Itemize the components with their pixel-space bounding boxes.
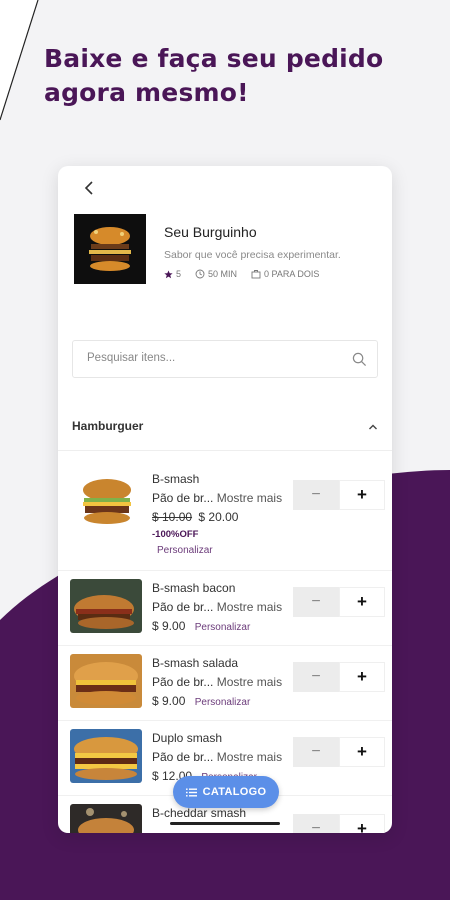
item-name: B-cheddar smash — [152, 806, 247, 820]
show-more-link[interactable]: Mostre mais — [217, 750, 282, 764]
item-image — [70, 804, 142, 833]
search-icon[interactable] — [352, 352, 367, 367]
item-name: B-smash salada — [152, 656, 239, 670]
list-icon — [185, 788, 197, 796]
discount-badge: -100%OFF — [152, 529, 199, 540]
decrease-button[interactable]: − — [293, 587, 339, 617]
show-more-link[interactable]: Mostre mais — [217, 675, 282, 689]
time-stat: 50 MIN — [195, 269, 237, 279]
item-image — [70, 654, 142, 708]
category-title: Hamburguer — [72, 419, 144, 433]
store-name: Seu Burguinho — [164, 224, 257, 240]
search-input[interactable] — [85, 351, 339, 365]
increase-button[interactable]: + — [339, 587, 385, 617]
item-description-text: Pão de br... — [152, 491, 214, 505]
menu-item[interactable]: B-smash salada Pão de br... Mostre mais … — [58, 646, 392, 721]
quantity-stepper[interactable]: − + — [293, 814, 385, 833]
increase-button[interactable]: + — [339, 662, 385, 692]
item-price: $ 9.00 Personalizar — [152, 694, 250, 708]
item-description: Pão de br... Mostre mais — [152, 491, 282, 505]
item-name: B-smash — [152, 472, 200, 486]
chevron-up-icon[interactable] — [368, 422, 378, 432]
item-description-text: Pão de br... — [152, 750, 214, 764]
bag-icon — [251, 270, 261, 279]
item-image — [70, 729, 142, 783]
show-more-link[interactable]: Mostre mais — [217, 600, 282, 614]
store-description: Sabor que você precisa experimentar. — [164, 249, 341, 261]
item-description: Pão de br... Mostre mais — [152, 750, 282, 764]
store-logo — [74, 214, 146, 284]
headline: Baixe e faça seu pedido agora mesmo! — [44, 44, 384, 107]
show-more-link[interactable]: Mostre mais — [217, 491, 282, 505]
increase-button[interactable]: + — [339, 814, 385, 833]
clock-icon — [195, 269, 205, 279]
item-name: B-smash bacon — [152, 581, 236, 595]
current-price: $ 9.00 — [152, 694, 186, 708]
customize-link[interactable]: Personalizar — [195, 697, 251, 708]
decrease-button[interactable]: − — [293, 480, 339, 510]
increase-button[interactable]: + — [339, 480, 385, 510]
back-arrow-icon[interactable] — [80, 178, 100, 198]
increase-button[interactable]: + — [339, 737, 385, 767]
customize-link[interactable]: Personalizar — [157, 545, 213, 556]
catalog-button-label: CATALOGO — [202, 786, 267, 798]
item-image — [70, 579, 142, 633]
people-value: 0 PARA DOIS — [264, 269, 320, 279]
app-screen: Seu Burguinho Sabor que você precisa exp… — [58, 166, 392, 833]
old-price: $ 10.00 — [152, 510, 193, 524]
rating-value: 5 — [176, 269, 182, 279]
quantity-stepper[interactable]: − + — [293, 737, 385, 767]
item-description: Pão de br... Mostre mais — [152, 675, 282, 689]
current-price: $ 20.00 — [198, 510, 239, 524]
item-description: Pão de br... Mostre mais — [152, 600, 282, 614]
menu-item[interactable]: B-smash Pão de br... Mostre mais $ 10.00… — [58, 458, 392, 571]
decrease-button[interactable]: − — [293, 662, 339, 692]
quantity-stepper[interactable]: − + — [293, 587, 385, 617]
decrease-button[interactable]: − — [293, 737, 339, 767]
menu-item[interactable]: B-smash bacon Pão de br... Mostre mais $… — [58, 571, 392, 646]
customize-link[interactable]: Personalizar — [195, 622, 251, 633]
store-stats: 5 50 MIN 0 PARA DOIS — [164, 269, 319, 279]
current-price: $ 9.00 — [152, 619, 186, 633]
quantity-stepper[interactable]: − + — [293, 480, 385, 510]
item-description-text: Pão de br... — [152, 600, 214, 614]
star-icon — [164, 269, 173, 278]
catalog-button[interactable]: CATALOGO — [173, 776, 279, 808]
item-image — [70, 470, 144, 530]
category-header[interactable]: Hamburguer — [58, 412, 392, 451]
quantity-stepper[interactable]: − + — [293, 662, 385, 692]
decrease-button[interactable]: − — [293, 814, 339, 833]
rating-stat: 5 — [164, 269, 181, 279]
home-indicator — [170, 822, 280, 825]
item-description-text: Pão de br... — [152, 675, 214, 689]
search-box[interactable] — [72, 340, 378, 378]
time-value: 50 MIN — [208, 269, 238, 279]
people-stat: 0 PARA DOIS — [251, 269, 319, 279]
item-name: Duplo smash — [152, 731, 223, 745]
item-price: $ 9.00 Personalizar — [152, 619, 250, 633]
item-price: $ 10.00 $ 20.00 — [152, 510, 238, 524]
